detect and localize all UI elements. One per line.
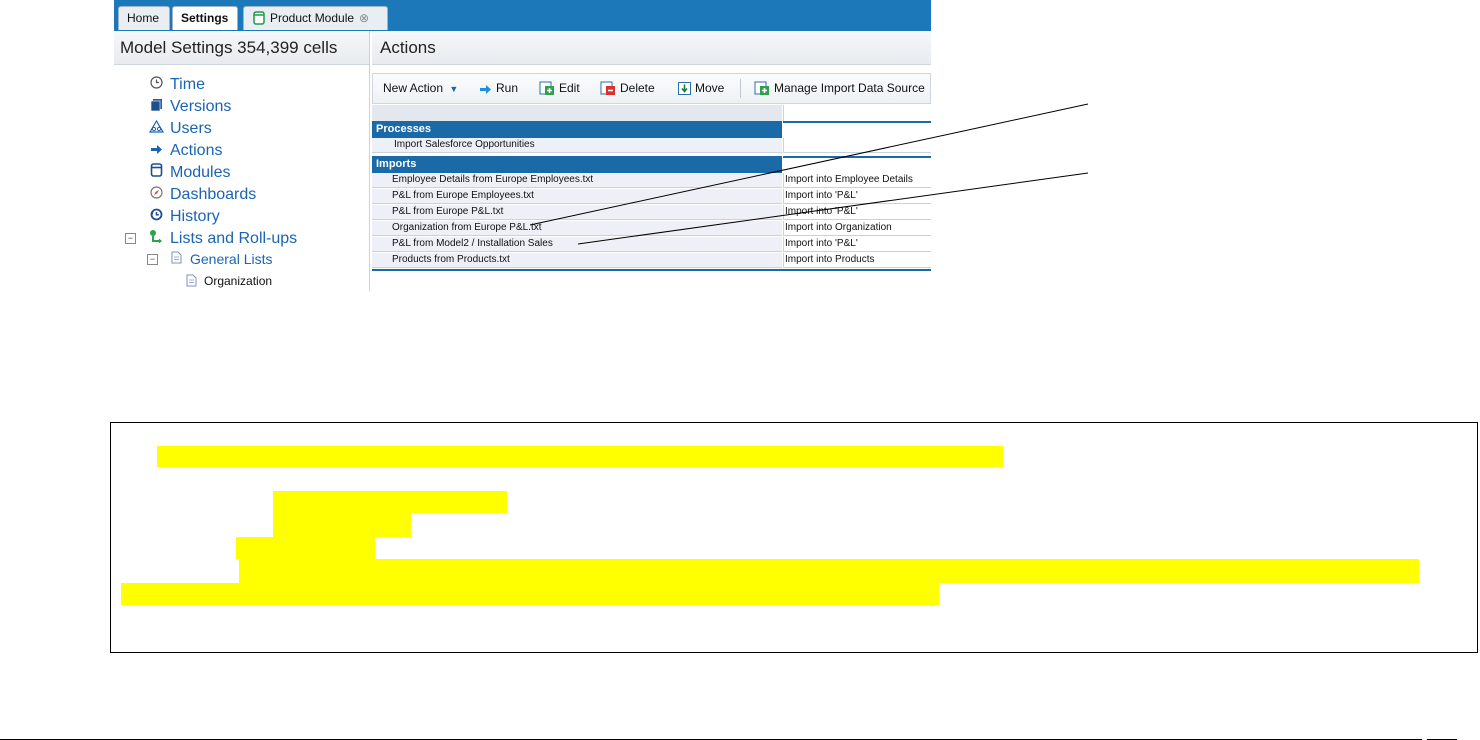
redaction-bar bbox=[236, 537, 375, 559]
callout-line-2 bbox=[577, 172, 1089, 245]
redaction-bar bbox=[273, 491, 507, 513]
redaction-bar bbox=[157, 446, 1003, 467]
redaction-bar bbox=[239, 559, 1419, 583]
callout-lines bbox=[529, 103, 1089, 245]
callout-line-1 bbox=[529, 103, 1089, 226]
redacted-text-box bbox=[110, 422, 1478, 653]
redaction-bar bbox=[273, 513, 411, 537]
redaction-bar bbox=[121, 583, 939, 605]
